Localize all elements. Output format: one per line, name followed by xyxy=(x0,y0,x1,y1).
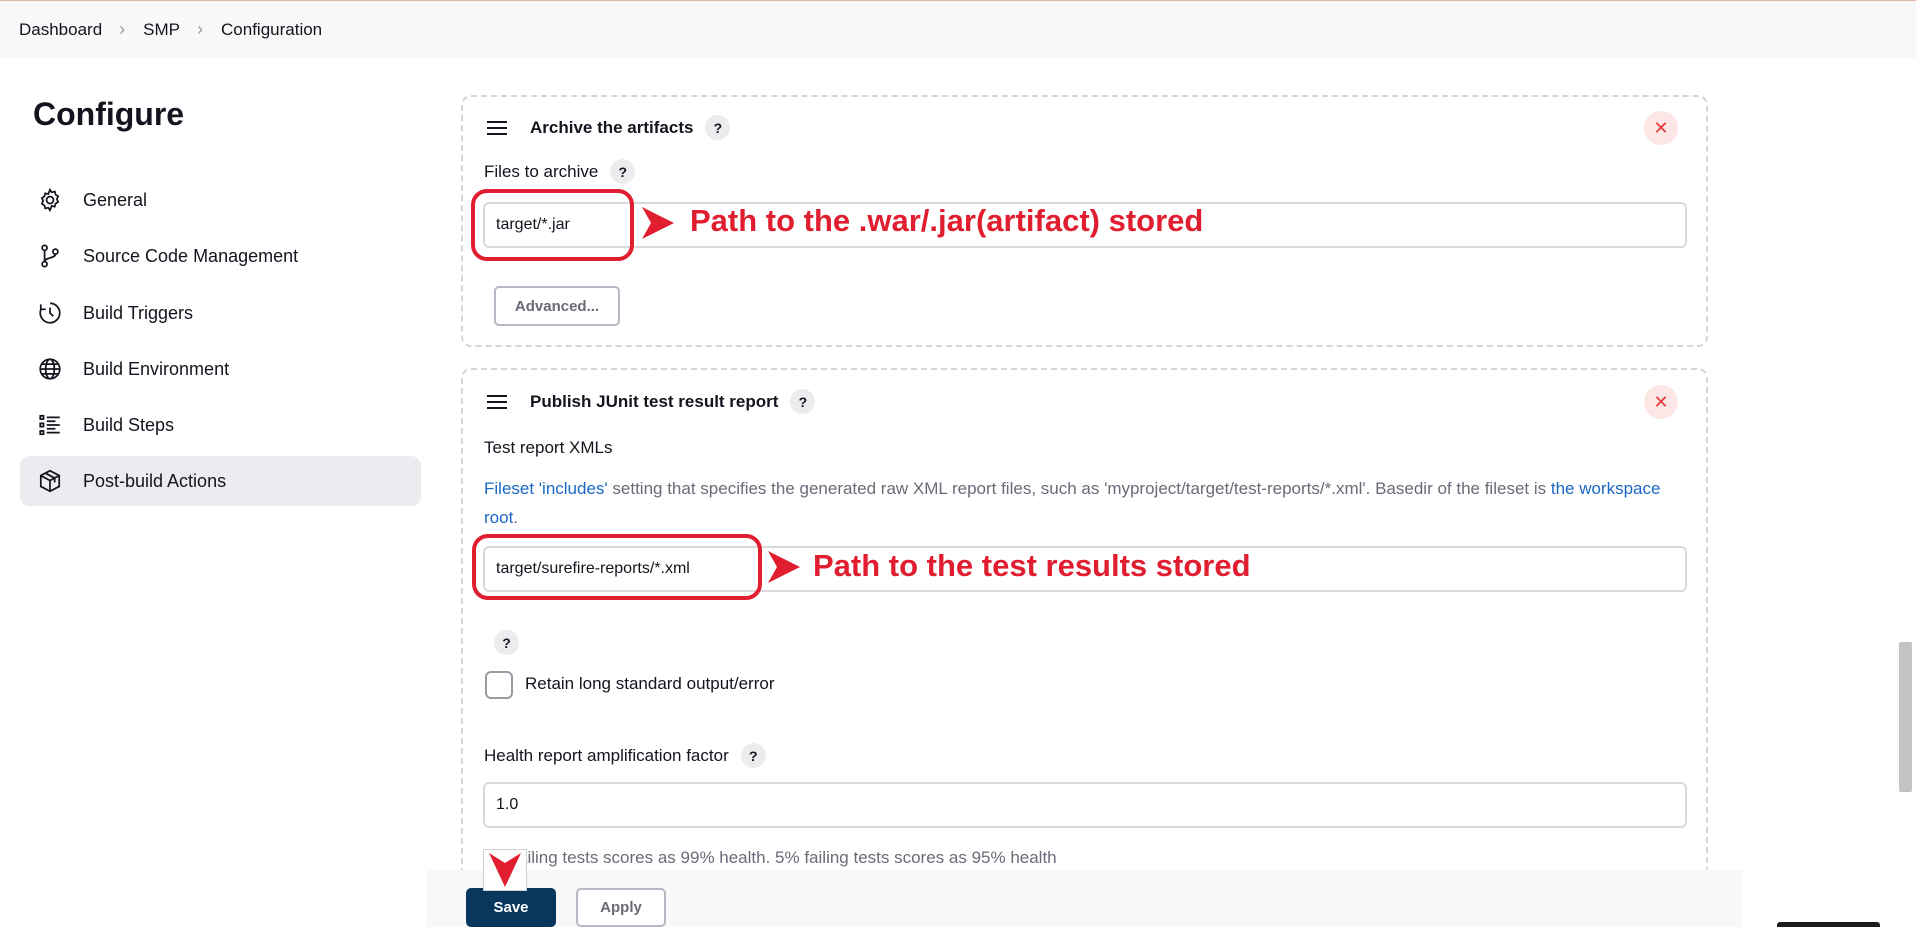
sidebar-item-build-triggers[interactable]: Build Triggers xyxy=(20,288,421,338)
arrow-right-icon xyxy=(768,551,800,583)
scrollbar-thumb[interactable] xyxy=(1899,642,1912,792)
sidebar-item-source-code-management[interactable]: Source Code Management xyxy=(20,231,421,281)
package-icon xyxy=(36,467,64,495)
help-icon[interactable]: ? xyxy=(790,389,816,414)
description-end: . xyxy=(513,508,519,527)
card-header: Publish JUnit test result report ? xyxy=(487,389,816,414)
help-icon[interactable]: ? xyxy=(705,115,731,140)
sidebar-item-label: Build Triggers xyxy=(83,302,194,323)
tests-path-annotation: Path to the test results stored xyxy=(813,548,1251,583)
sidebar-item-build-environment[interactable]: Build Environment xyxy=(20,344,421,394)
health-factor-input[interactable] xyxy=(483,782,1687,828)
sidebar-item-label: Build Steps xyxy=(83,414,175,435)
clock-icon xyxy=(36,299,64,327)
help-icon[interactable]: ? xyxy=(740,743,766,768)
breadcrumb-configuration[interactable]: Configuration xyxy=(221,20,322,40)
sidebar-item-label: Build Environment xyxy=(83,358,230,379)
sidebar-item-general[interactable]: General xyxy=(20,175,421,225)
description-text: setting that specifies the generated raw… xyxy=(607,479,1551,498)
tests-highlight-box xyxy=(472,534,762,600)
card-header: Archive the artifacts ? xyxy=(487,115,731,140)
field-label: Health report amplification factor ? xyxy=(484,743,766,768)
sidebar-item-label: Post-build Actions xyxy=(83,470,227,491)
breadcrumb: Dashboard › SMP › Configuration xyxy=(0,1,1916,58)
field-label: Files to archive ? xyxy=(484,159,636,184)
list-icon xyxy=(36,411,64,439)
sidebar-item-label: Source Code Management xyxy=(83,245,299,266)
close-icon[interactable]: ✕ xyxy=(1644,111,1678,145)
gear-icon xyxy=(36,186,64,214)
arrow-down-icon xyxy=(489,853,521,887)
globe-icon xyxy=(36,355,64,383)
health-factor-label: Health report amplification factor xyxy=(484,745,729,765)
fileset-description: Fileset 'includes' setting that specifie… xyxy=(484,474,1664,532)
retain-output-checkbox[interactable] xyxy=(485,671,513,699)
drag-handle-icon[interactable] xyxy=(487,394,507,409)
help-icon[interactable]: ? xyxy=(610,159,636,184)
arrow-right-icon xyxy=(642,207,674,239)
breadcrumb-chevron-icon: › xyxy=(119,19,126,39)
close-icon[interactable]: ✕ xyxy=(1644,385,1678,419)
sidebar-item-build-steps[interactable]: Build Steps xyxy=(20,400,421,450)
fileset-includes-link[interactable]: Fileset 'includes' xyxy=(484,479,608,498)
breadcrumb-chevron-icon: › xyxy=(197,19,204,39)
test-report-xmls-label: Test report XMLs xyxy=(484,438,613,457)
artifact-highlight-box xyxy=(471,189,634,261)
advanced-button[interactable]: Advanced... xyxy=(494,286,620,326)
card-title: Publish JUnit test result report xyxy=(530,391,779,411)
sidebar-item-label: General xyxy=(83,189,148,210)
files-to-archive-label: Files to archive xyxy=(484,161,599,181)
help-icon[interactable]: ? xyxy=(494,630,519,655)
tooltip-edge xyxy=(1777,922,1880,927)
page-title: Configure xyxy=(33,96,185,132)
junit-report-card: Publish JUnit test result report ? ✕ Tes… xyxy=(461,368,1708,888)
breadcrumb-smp[interactable]: SMP xyxy=(143,20,180,40)
breadcrumb-dashboard[interactable]: Dashboard xyxy=(19,20,102,40)
sidebar-item-post-build-actions[interactable]: Post-build Actions xyxy=(20,456,421,506)
card-title: Archive the artifacts xyxy=(530,117,694,137)
artifact-path-annotation: Path to the .war/.jar(artifact) stored xyxy=(690,203,1204,238)
branch-icon xyxy=(36,242,64,270)
apply-button[interactable]: Apply xyxy=(576,888,666,927)
health-description: 1% failing tests scores as 99% health. 5… xyxy=(484,848,1057,867)
retain-output-label: Retain long standard output/error xyxy=(525,674,775,693)
save-button[interactable]: Save xyxy=(466,888,556,927)
drag-handle-icon[interactable] xyxy=(487,120,507,135)
